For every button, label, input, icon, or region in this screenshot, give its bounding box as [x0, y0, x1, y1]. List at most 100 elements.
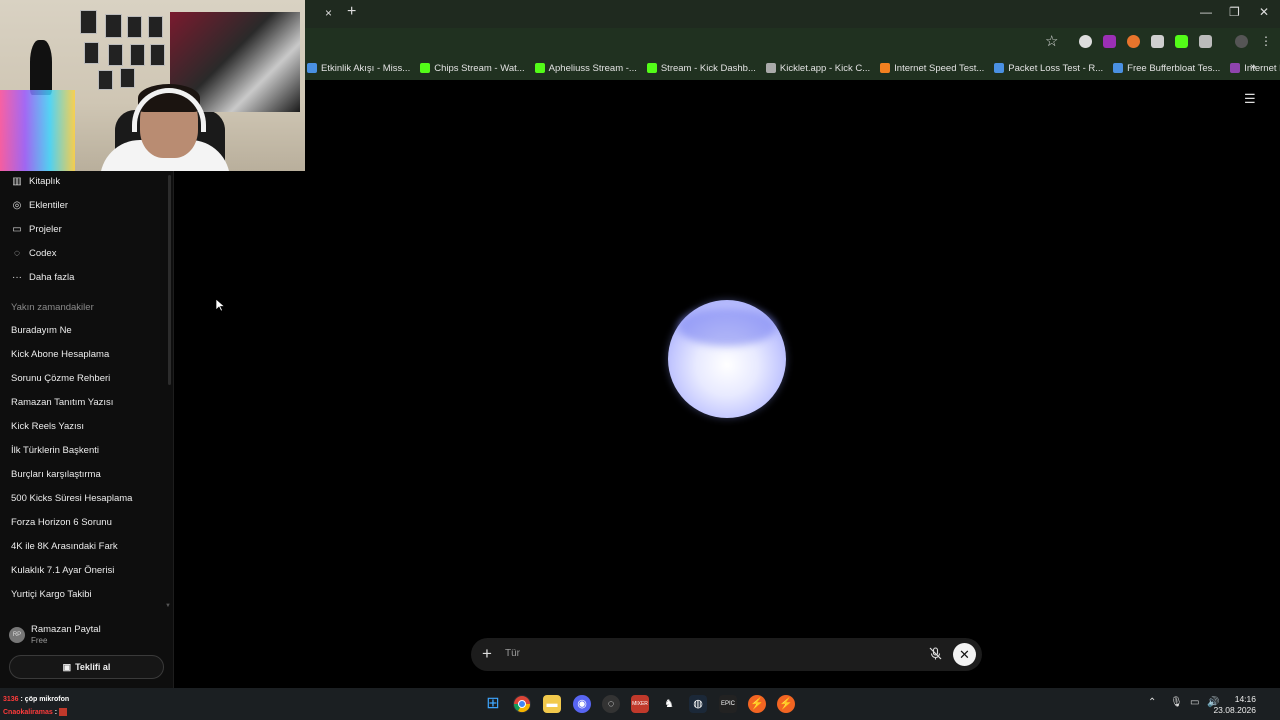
recent-chat-item[interactable]: Burçları karşılaştırma	[0, 463, 173, 487]
window-close-icon[interactable]: ✕	[1259, 5, 1269, 19]
bookmark-label: Internet Speed Test...	[894, 62, 985, 74]
wall-poster	[84, 42, 99, 64]
bookmark-label: Stream - Kick Dashb...	[660, 62, 756, 74]
profile-avatar-icon[interactable]	[1235, 35, 1248, 48]
recent-chat-item[interactable]: Sorunu Çözme Rehberi	[0, 367, 173, 391]
wall-poster	[148, 16, 163, 38]
new-tab-icon[interactable]: +	[347, 3, 356, 21]
recent-chat-item[interactable]: Forza Horizon 6 Sorunu	[0, 511, 173, 535]
recent-chat-item[interactable]: Yurtiçi Kargo Takibi	[0, 583, 173, 607]
recent-chat-item[interactable]: 4K ile 8K Arasındaki Fark	[0, 535, 173, 559]
shield-icon[interactable]	[1151, 35, 1164, 48]
sidebar-item-label: Eklentiler	[29, 199, 69, 211]
app-icon[interactable]: ◌	[602, 695, 620, 713]
tab-strip: × + — ❐ ✕	[305, 0, 1280, 28]
cloudflare-icon	[880, 63, 891, 73]
bookmark-label: Chips Stream - Wat...	[434, 62, 525, 74]
puzzle-icon[interactable]	[1199, 35, 1212, 48]
voice-orb	[668, 300, 786, 418]
globe-icon	[307, 63, 317, 73]
tray-overflow-icon[interactable]: ⌃	[1148, 697, 1156, 708]
library-icon: ▥	[12, 175, 22, 187]
recent-chat-item[interactable]: Kick Reels Yazısı	[0, 415, 173, 439]
more-icon: ···	[12, 271, 22, 283]
bookmark-item[interactable]: Chips Stream - Wat...	[420, 56, 525, 80]
end-voice-button[interactable]: ✕	[953, 643, 976, 666]
wall-poster	[120, 68, 135, 88]
app-icon[interactable]: ⚡	[748, 695, 766, 713]
minimize-icon[interactable]: —	[1200, 5, 1212, 19]
upgrade-button[interactable]: ▣ Teklifi al	[9, 655, 164, 679]
recent-chat-item[interactable]: İlk Türklerin Başkenti	[0, 439, 173, 463]
sidebar-scrollbar[interactable]	[168, 175, 171, 385]
maximize-icon[interactable]: ❐	[1229, 5, 1240, 19]
composer-input[interactable]: Tür	[505, 648, 520, 659]
scroll-down-icon[interactable]: ▼	[165, 603, 171, 609]
app-icon[interactable]: ⚡	[777, 695, 795, 713]
bookmark-star-icon[interactable]: ☆	[1045, 32, 1058, 50]
epic-games-icon[interactable]: EPIC	[719, 695, 737, 713]
user-plan: Free	[31, 636, 48, 645]
wall-poster	[98, 70, 113, 90]
wall-poster	[80, 10, 97, 34]
bookmark-item[interactable]: Kicklet.app - Kick C...	[765, 56, 870, 80]
wall-poster	[130, 44, 145, 66]
sidebar-item[interactable]: ◎ Eklentiler	[0, 193, 173, 217]
recent-chat-item[interactable]: 500 Kicks Süresi Hesaplama	[0, 487, 173, 511]
wall-poster	[150, 44, 165, 66]
recent-section-label: Yakın zamandakiler	[11, 302, 94, 313]
bookmarks-overflow-icon[interactable]: »	[1250, 61, 1262, 73]
bookmark-item[interactable]: Apheliuss Stream -...	[534, 56, 637, 80]
close-tab-icon[interactable]: ×	[325, 6, 332, 20]
system-clock[interactable]: 14:16 23.08.2026	[1213, 694, 1256, 716]
voice-settings-icon[interactable]: ☰	[1244, 91, 1256, 107]
microphone-icon[interactable]: 🎙	[1170, 697, 1183, 708]
clock-time: 14:16	[1234, 694, 1256, 704]
wall-poster	[108, 44, 123, 66]
sidebar-nav: ▥ Kitaplık ◎ Eklentiler ▭ Projeler ◌ Codex ··· Da…	[0, 169, 173, 289]
mic-muted-icon[interactable]	[929, 647, 942, 663]
sidebar-item[interactable]: ▭ Projeler	[0, 217, 173, 241]
chrome-icon[interactable]	[513, 695, 531, 713]
sidebar-item[interactable]: ··· Daha fazla	[0, 265, 173, 289]
bookmarks-bar: Etkinlik Akışı - Miss... Chips Stream - W…	[305, 56, 1280, 80]
bookmark-item[interactable]: Stream - Kick Dashb...	[646, 56, 756, 80]
extension-icon[interactable]	[1103, 35, 1116, 48]
sidebar-item-label: Projeler	[29, 223, 62, 235]
kick-icon	[420, 63, 431, 73]
extension-icon[interactable]	[1127, 35, 1140, 48]
recent-chat-item[interactable]: Buradayım Ne	[0, 319, 173, 343]
wave-icon	[994, 63, 1005, 73]
user-name: Ramazan Paytal	[31, 624, 101, 635]
bookmark-label: Packet Loss Test - R...	[1008, 62, 1104, 74]
mouse-cursor-icon	[215, 298, 226, 317]
sidebar-item[interactable]: ◌ Codex	[0, 241, 173, 265]
network-icon[interactable]: ▭	[1190, 697, 1199, 708]
steam-icon[interactable]: ◍	[689, 695, 707, 713]
bookmark-item[interactable]: Free Bufferbloat Tes...	[1113, 56, 1220, 80]
sidebar-item-label: Daha fazla	[29, 271, 75, 283]
folder-icon: ▭	[12, 223, 22, 235]
app-icon[interactable]: ♞	[660, 695, 678, 713]
bookmark-item[interactable]: Etkinlik Akışı - Miss...	[307, 56, 410, 80]
recent-chat-item[interactable]: Kulaklık 7.1 Ayar Önerisi	[0, 559, 173, 583]
recent-chat-item[interactable]: Ramazan Tanıtım Yazısı	[0, 391, 173, 415]
recent-chat-item[interactable]: Kick Abone Hesaplama	[0, 343, 173, 367]
chat-user: Cnaokaliramas	[3, 708, 53, 716]
bookmark-item[interactable]: Internet Speed Test...	[880, 56, 984, 80]
app-icon[interactable]: MIXER	[631, 695, 649, 713]
add-attachment-button[interactable]: +	[482, 644, 492, 664]
file-explorer-icon[interactable]: ▬	[543, 695, 561, 713]
windows-start-icon[interactable]: ⊞	[484, 695, 502, 713]
taskbar: 3136 : çöp mikrofon Cnaokaliramas : ⊞ ▬ …	[0, 688, 1280, 720]
menu-kebab-icon[interactable]: ⋮	[1260, 34, 1272, 48]
extension-icon[interactable]	[1175, 35, 1188, 48]
discord-icon[interactable]: ◉	[573, 695, 591, 713]
bookmark-item[interactable]: Packet Loss Test - R...	[994, 56, 1103, 80]
speedtest-icon	[1230, 63, 1241, 73]
sidebar-item-label: Codex	[29, 247, 57, 259]
kick-icon	[646, 63, 657, 73]
extension-icon[interactable]	[1079, 35, 1092, 48]
user-profile[interactable]: RP Ramazan Paytal Free	[0, 620, 174, 648]
sidebar-item[interactable]: ▥ Kitaplık	[0, 169, 173, 193]
